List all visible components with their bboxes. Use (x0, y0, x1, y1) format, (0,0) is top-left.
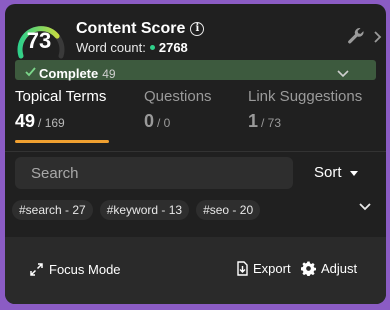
adjust-label: Adjust (321, 261, 358, 276)
complete-group-label: Complete 49 (39, 66, 116, 81)
tab-count-total: / 73 (261, 116, 282, 130)
tab-topical-terms[interactable]: Topical Terms 49/ 169 (15, 88, 106, 132)
chevron-down-icon[interactable] (337, 70, 349, 78)
word-count-status-dot (149, 45, 155, 50)
tab-count: 49/ 169 (15, 111, 106, 132)
sort-label: Sort (314, 164, 342, 181)
tab-label: Link Suggestions (248, 88, 363, 105)
search-input[interactable] (15, 157, 293, 189)
adjust-button[interactable]: Adjust (301, 261, 357, 276)
chip-seo[interactable]: #seo - 20 (196, 200, 261, 220)
tab-count-value: 49 (15, 111, 36, 131)
content-score-label: Content Score (76, 20, 186, 37)
tab-label: Topical Terms (15, 88, 107, 105)
tab-count-value: 0 (144, 111, 155, 131)
info-icon[interactable]: i (190, 22, 205, 36)
tab-count-total: / 169 (38, 116, 65, 130)
content-score-value: 73 (26, 28, 52, 53)
tab-count: 0/ 0 (144, 111, 212, 132)
tabs-divider (5, 151, 386, 152)
terms-section: Focus Mode Export Adjust (5, 237, 386, 304)
tab-label: Questions (144, 88, 212, 105)
focus-mode-label: Focus Mode (49, 262, 121, 277)
tab-count-value: 1 (248, 111, 259, 131)
active-tab-indicator (15, 140, 109, 143)
complete-count: 49 (102, 67, 116, 81)
focus-mode-button[interactable]: Focus Mode (30, 262, 121, 277)
tab-bar: Topical Terms 49/ 169 Questions 0/ 0 Lin… (5, 84, 386, 144)
chip-search[interactable]: #search - 27 (12, 200, 93, 220)
wrench-icon[interactable] (346, 26, 366, 46)
export-button[interactable]: Export (235, 261, 291, 276)
word-count: Word count: 2768 (76, 40, 188, 55)
word-count-value: 2768 (158, 40, 188, 55)
chevron-right-icon[interactable] (373, 31, 382, 43)
tab-count-total: / 0 (157, 116, 171, 130)
chip-keyword[interactable]: #keyword - 13 (99, 200, 190, 220)
expand-arrows-icon (30, 263, 43, 276)
export-icon (237, 261, 248, 276)
hashtag-chips: #search - 27 #keyword - 13 #seo - 20 (12, 200, 261, 220)
check-icon (25, 67, 36, 77)
export-label: Export (253, 261, 291, 276)
tab-questions[interactable]: Questions 0/ 0 (144, 88, 212, 132)
tab-link-suggestions[interactable]: Link Suggestions 1/ 73 (248, 88, 362, 132)
complete-label-text: Complete (39, 66, 99, 81)
gear-icon (301, 261, 316, 276)
sort-dropdown[interactable]: Sort (314, 164, 358, 181)
tab-count: 1/ 73 (248, 111, 362, 132)
content-score-panel: 73 Content Score i Word count: 2768 Topi… (5, 4, 386, 304)
caret-down-icon (349, 171, 358, 176)
content-score-title: Content Score i (76, 20, 205, 38)
chevron-down-icon[interactable] (359, 203, 371, 211)
word-count-label: Word count: (76, 40, 146, 55)
